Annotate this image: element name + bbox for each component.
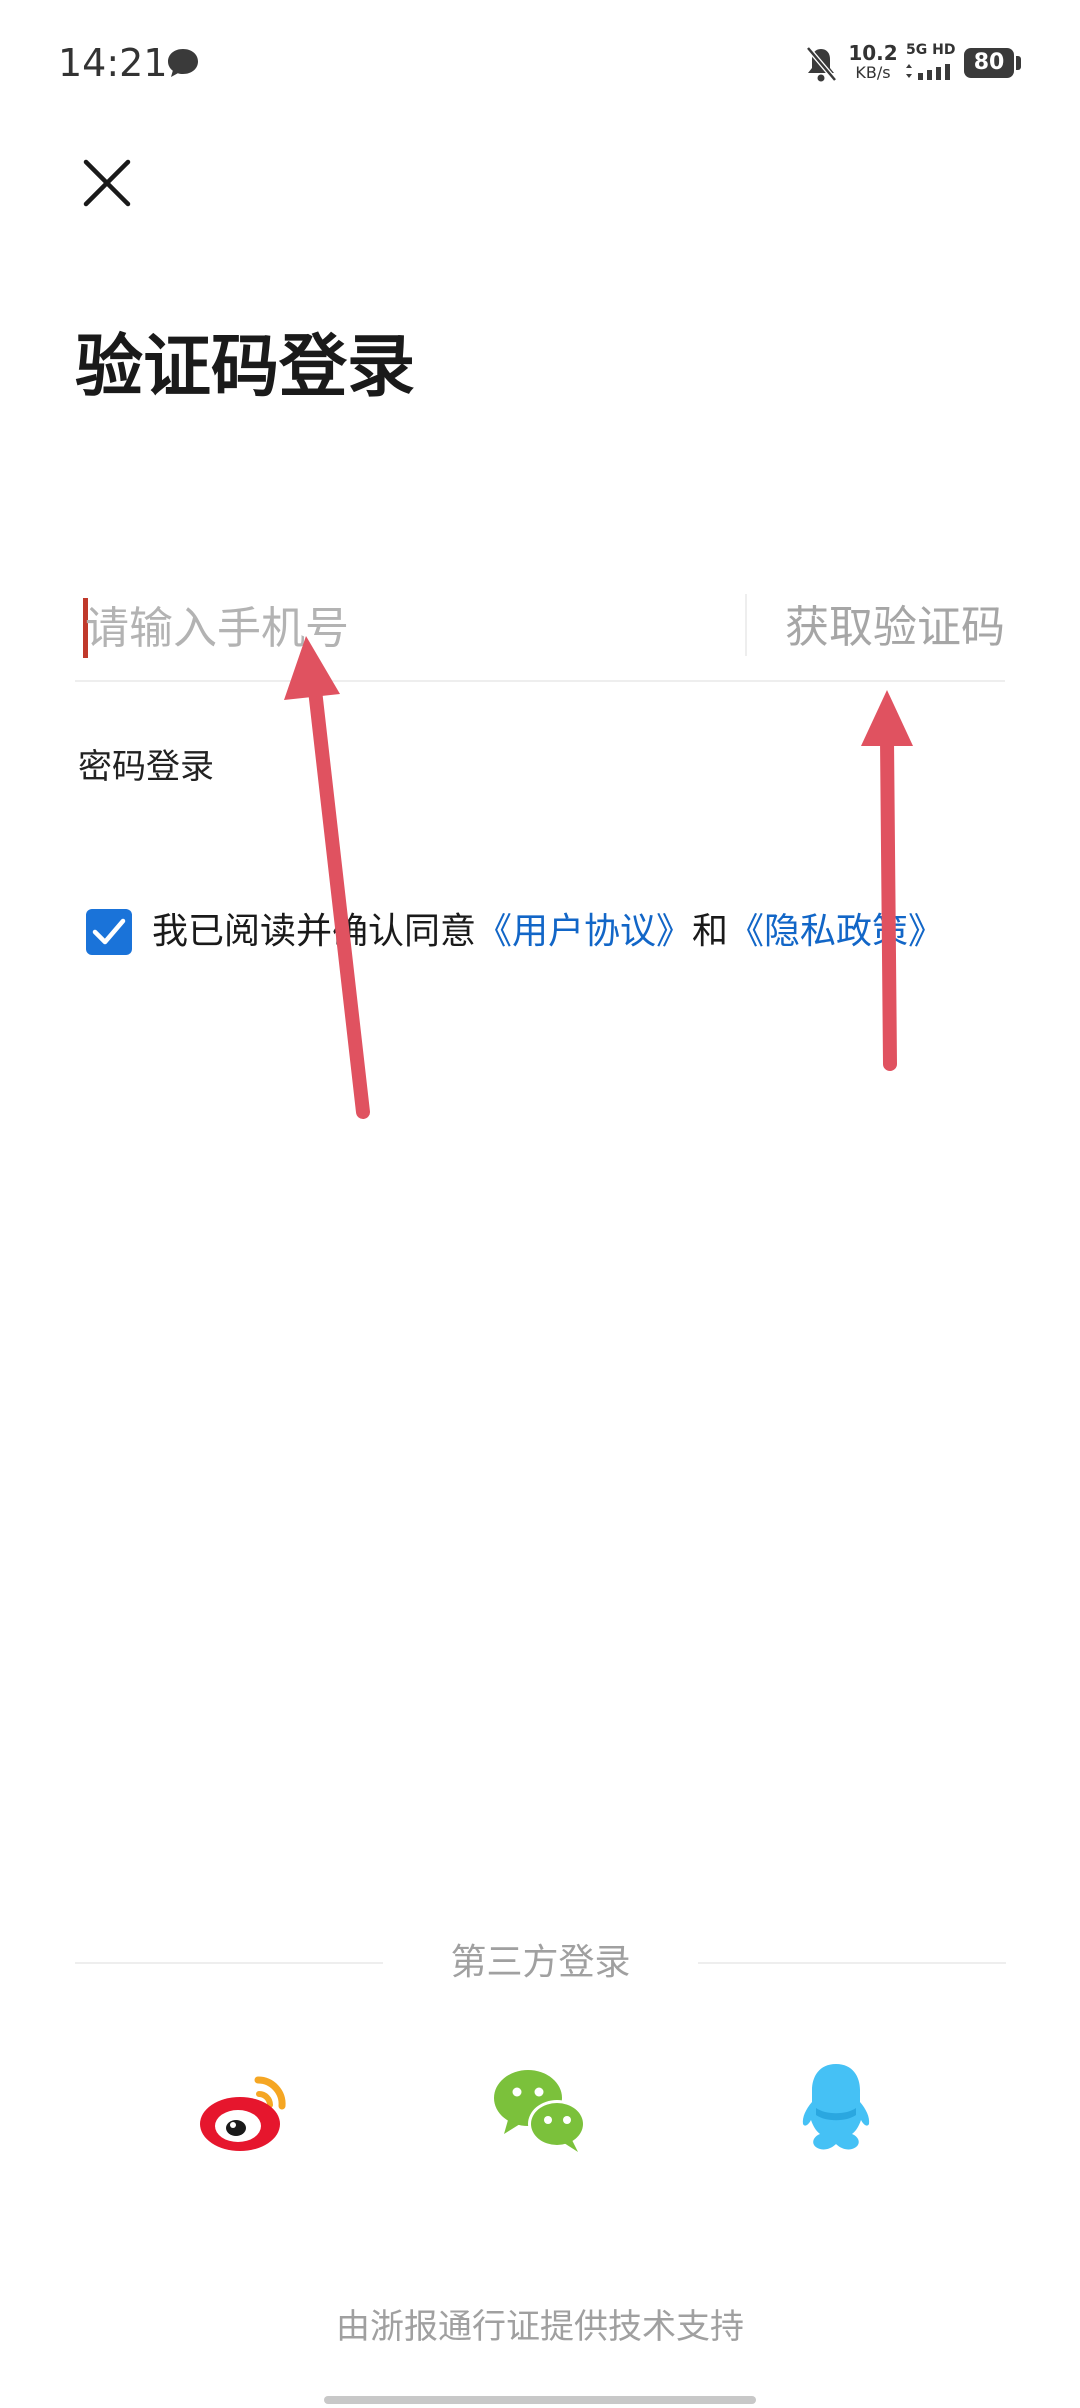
- message-bubble-icon: [168, 49, 198, 77]
- qq-login-button[interactable]: [786, 2058, 886, 2158]
- arrow-annotation-get-code: [861, 690, 913, 1071]
- third-party-divider-right: [698, 1962, 1006, 1964]
- login-screen: 14:21 10.2 KB/s 5G HD 80 验证码登录 请输入手机号 获取…: [0, 0, 1080, 2408]
- user-agreement-link[interactable]: 《用户协议》: [476, 911, 692, 952]
- home-indicator[interactable]: [324, 2396, 756, 2404]
- weibo-icon: [200, 2076, 286, 2151]
- close-icon: [83, 159, 131, 207]
- wechat-login-button[interactable]: [490, 2058, 590, 2158]
- close-button[interactable]: [72, 148, 142, 218]
- signal-icon: [906, 64, 950, 80]
- third-party-divider-left: [75, 1962, 383, 1964]
- bell-muted-icon: [806, 46, 837, 82]
- password-login-link[interactable]: 密码登录: [78, 742, 214, 792]
- agreement-row: 我已阅读并确认同意《用户协议》和《隐私政策》: [86, 902, 1006, 962]
- page-title: 验证码登录: [75, 328, 416, 407]
- agreement-prefix: 我已阅读并确认同意: [152, 911, 477, 952]
- arrow-annotation-phone: [284, 636, 370, 1119]
- phone-input[interactable]: [85, 588, 725, 668]
- battery-icon: 80: [964, 48, 1014, 78]
- footer-text: 由浙报通行证提供技术支持: [336, 2307, 744, 2347]
- weibo-login-button[interactable]: [196, 2058, 296, 2158]
- phone-row: 获取验证码: [75, 578, 1005, 682]
- wechat-icon: [494, 2070, 586, 2152]
- row-divider: [745, 594, 747, 656]
- network-speed: 10.2 KB/s: [848, 41, 898, 82]
- agreement-checkbox[interactable]: [86, 909, 132, 955]
- status-bar: 14:21 10.2 KB/s 5G HD 80: [0, 0, 1080, 128]
- agreement-and: 和: [692, 911, 729, 952]
- privacy-policy-link[interactable]: 《隐私政策》: [728, 911, 944, 952]
- third-party-title: 第三方登录: [450, 1942, 631, 1983]
- get-code-button[interactable]: 获取验证码: [765, 588, 1005, 668]
- agreement-text: 我已阅读并确认同意《用户协议》和《隐私政策》: [152, 906, 944, 958]
- qq-icon: [802, 2064, 870, 2150]
- network-type: 5G HD: [906, 42, 956, 58]
- status-time: 14:21: [58, 41, 168, 85]
- battery-tip: [1016, 56, 1021, 70]
- checkmark-icon: [92, 918, 126, 945]
